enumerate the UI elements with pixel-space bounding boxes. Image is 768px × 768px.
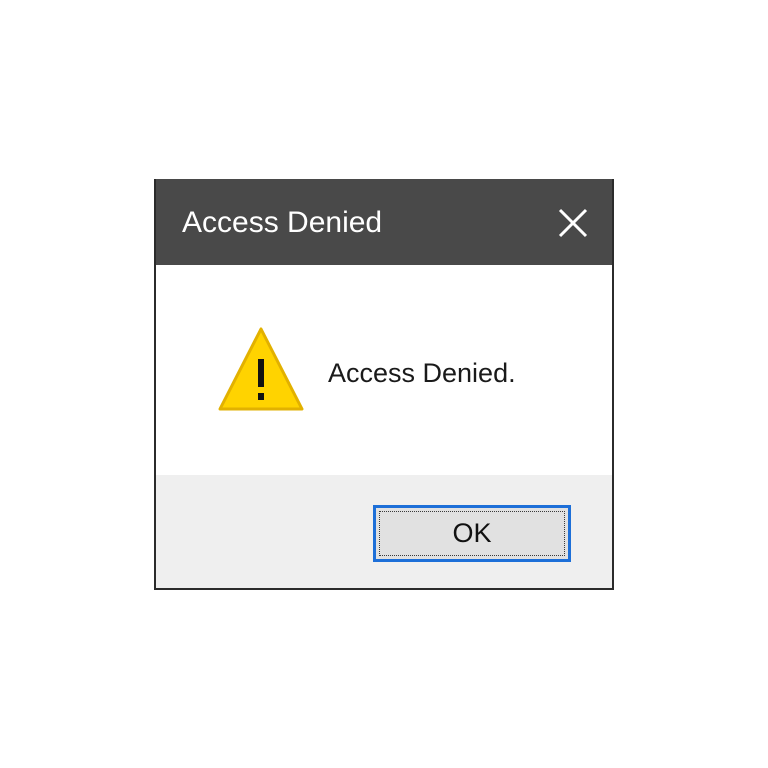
ok-button[interactable]: OK: [373, 505, 571, 562]
button-bar: OK: [156, 475, 612, 588]
dialog-title: Access Denied: [182, 206, 383, 239]
ok-button-label: OK: [379, 511, 565, 556]
close-icon: [558, 208, 588, 238]
title-bar[interactable]: Access Denied: [156, 179, 612, 265]
close-button[interactable]: [556, 206, 590, 240]
dialog-message: Access Denied.: [328, 358, 516, 388]
dialog-body: Access Denied.: [156, 265, 612, 475]
warning-icon: [218, 327, 304, 411]
access-denied-dialog: Access Denied Access Denied. OK: [154, 179, 614, 590]
